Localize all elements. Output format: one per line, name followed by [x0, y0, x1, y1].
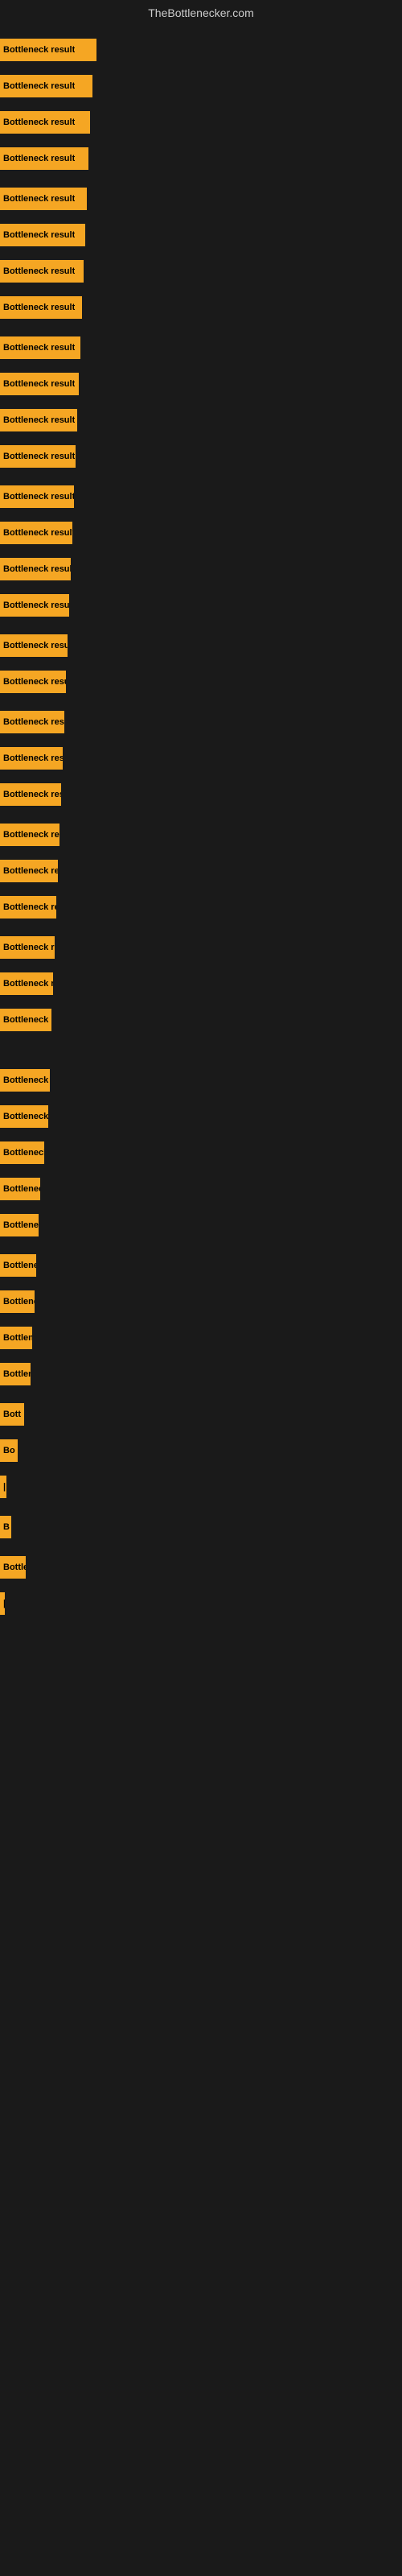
bar-label: Bottleneck result [3, 1075, 50, 1085]
bar-item: Bottleneck result [0, 188, 87, 210]
bar-label: Bottleneck result [3, 379, 75, 389]
bar-label: Bottleneck res [3, 1297, 35, 1307]
bar-label: Bottleneck result [3, 415, 75, 425]
bar-label: Bottleneck result [3, 677, 66, 687]
bar-item: Bottleneck r [0, 1363, 31, 1385]
bar-item: Bottleneck result [0, 747, 63, 770]
bar-item: Bottleneck result [0, 896, 56, 919]
bar-item: Bottleneck result [0, 224, 85, 246]
bar-item: | [0, 1476, 6, 1498]
bar-item: Bottleneck result [0, 860, 58, 882]
bar-label: Bottleneck result [3, 343, 75, 353]
bar-item: Bottleneck result [0, 111, 90, 134]
bar-label: Bottleneck result [3, 194, 75, 204]
bar-label: | [3, 1599, 5, 1608]
bar-item: Bottleneck result [0, 1105, 48, 1128]
bar-item: Bottlenec [0, 1327, 32, 1349]
bar-label: Bottleneck result [3, 230, 75, 240]
bar-label: Bottleneck result [3, 1015, 51, 1025]
bar-label: Bottleneck result [3, 45, 75, 55]
bar-label: Bottleneck result [3, 303, 75, 312]
bar-item: Bottleneck result [0, 485, 74, 508]
bar-label: Bottleneck result [3, 641, 68, 650]
bar-item: | [0, 1592, 5, 1615]
bar-item: Bottleneck [0, 1178, 40, 1200]
bar-item: Bottleneck result [0, 558, 71, 580]
bar-item: B [0, 1516, 11, 1538]
bar-label: Bottleneck result [3, 564, 71, 574]
bar-label: Bottleneck result [3, 830, 59, 840]
bar-label: Bott [3, 1410, 21, 1419]
bar-label: Bottleneck result [3, 866, 58, 876]
bar-item: Bottleneck result [0, 373, 79, 395]
bar-label: Bottleneck r [3, 1220, 39, 1230]
bar-item: Bottleneck result [0, 336, 80, 359]
bar-item: Bottleneck [0, 1254, 36, 1277]
bar-item: Bottleneck result [0, 522, 72, 544]
bar-label: Bottleneck result [3, 717, 64, 727]
bar-item: Bottle [0, 1556, 26, 1579]
bar-item: Bottleneck result [0, 445, 76, 468]
bar-item: Bottleneck result [0, 1009, 51, 1031]
bar-label: Bottle [3, 1563, 26, 1572]
bar-item: Bottleneck res [0, 1290, 35, 1313]
bar-item: Bottleneck result [0, 409, 77, 431]
bar-item: Bottleneck result [0, 671, 66, 693]
bar-label: Bottleneck result [3, 753, 63, 763]
bar-item: Bottleneck result [0, 39, 96, 61]
bar-item: Bottleneck r [0, 1141, 44, 1164]
bar-label: Bottleneck result [3, 601, 69, 610]
bar-item: Bottleneck result [0, 1069, 50, 1092]
bar-label: Bottleneck r [3, 1369, 31, 1379]
bar-label: Bottlenec [3, 1333, 32, 1343]
bar-label: Bottleneck result [3, 154, 75, 163]
bar-item: Bottleneck result [0, 594, 69, 617]
bar-label: Bo [3, 1446, 15, 1455]
bar-item: Bottleneck result [0, 936, 55, 959]
bar-item: Bottleneck result [0, 260, 84, 283]
bar-label: Bottleneck result [3, 943, 55, 952]
bar-item: Bo [0, 1439, 18, 1462]
bar-label: Bottleneck result [3, 1112, 48, 1121]
bar-label: Bottleneck result [3, 492, 74, 502]
bar-label: Bottleneck [3, 1261, 36, 1270]
bar-item: Bottleneck result [0, 824, 59, 846]
bar-item: Bottleneck result [0, 711, 64, 733]
bar-label: Bottleneck result [3, 81, 75, 91]
chart-area: Bottleneck result Bottleneck result Bottle… [0, 23, 402, 2566]
bar-label: Bottleneck result [3, 902, 56, 912]
bar-item: Bottleneck result [0, 296, 82, 319]
bar-item: Bottleneck result [0, 75, 92, 97]
bar-label: Bottleneck result [3, 979, 53, 989]
bar-label: Bottleneck result [3, 790, 61, 799]
bar-label: Bottleneck r [3, 1148, 44, 1158]
bar-label: Bottleneck result [3, 452, 75, 461]
bar-label: Bottleneck result [3, 528, 72, 538]
bar-item: Bott [0, 1403, 24, 1426]
bar-item: Bottleneck result [0, 972, 53, 995]
bar-label: | [3, 1482, 6, 1492]
site-title: TheBottlenecker.com [0, 0, 402, 23]
bar-item: Bottleneck result [0, 147, 88, 170]
bar-label: B [3, 1522, 10, 1532]
bar-label: Bottleneck result [3, 118, 75, 127]
bar-label: Bottleneck [3, 1184, 40, 1194]
bar-label: Bottleneck result [3, 266, 75, 276]
bar-item: Bottleneck result [0, 634, 68, 657]
bar-item: Bottleneck r [0, 1214, 39, 1236]
bar-item: Bottleneck result [0, 783, 61, 806]
